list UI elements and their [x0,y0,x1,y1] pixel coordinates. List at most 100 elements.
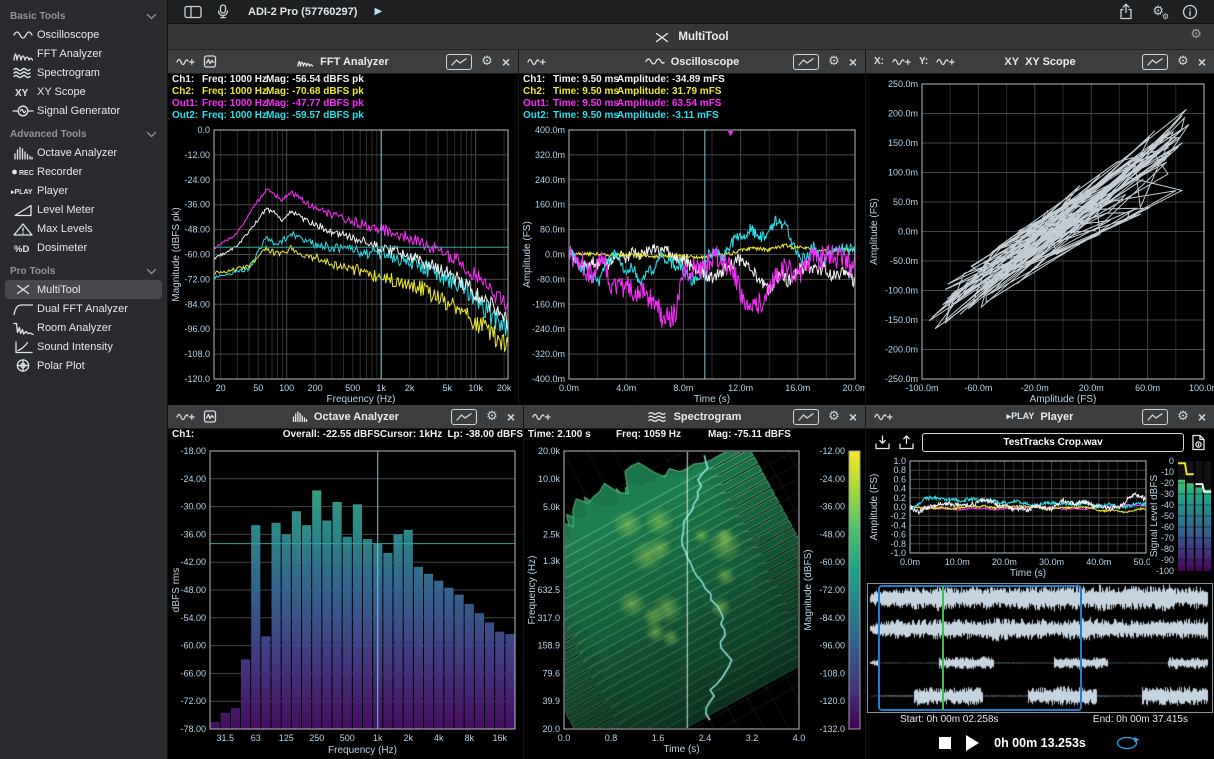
signal-route-icon[interactable] [532,411,551,423]
stop-button[interactable] [939,737,951,749]
svg-text:-200.0m: -200.0m [885,345,918,355]
svg-text:%D: %D [14,244,29,255]
signal-route-icon[interactable] [892,56,911,68]
device-play-button[interactable]: ▶ [374,6,382,17]
play-button[interactable] [966,735,979,751]
oscilloscope-plot[interactable]: 0.0m4.0m8.0m12.0m16.0m20.0m400.0m320.0m2… [519,122,865,405]
sidebar-section-advanced-tools[interactable]: Advanced Tools [0,126,167,143]
gear-icon[interactable]: ⚙ [481,55,493,68]
player-file-row: TestTracks Crop.wav [866,429,1214,455]
selection-region[interactable] [878,585,1081,711]
gear-icon[interactable]: ⚙ [828,410,840,423]
svg-text:100.0m: 100.0m [888,168,918,178]
svg-text:Amplitude (FS): Amplitude (FS) [1030,394,1097,405]
sidebar-item-max-levels[interactable]: Max Levels [5,219,162,238]
file-name-field[interactable]: TestTracks Crop.wav [922,433,1184,452]
chart-toggle-icon[interactable] [793,409,819,425]
svg-text:240.0m: 240.0m [535,175,565,185]
svg-text:Amplitude (FS): Amplitude (FS) [869,474,880,541]
gear-icon[interactable]: ⚙ [1177,410,1189,423]
chevron-down-icon [146,13,157,20]
sidebar-item-fft-analyzer[interactable]: FFT Analyzer [5,44,162,63]
spectrogram-icon [648,411,668,423]
svg-text:-60: -60 [1161,522,1174,532]
svg-text:0.0m: 0.0m [900,557,920,567]
svg-text:-66.00: -66.00 [180,668,206,678]
mic-icon[interactable] [215,4,231,19]
page-title: MultiTool [678,31,728,43]
chart-toggle-icon[interactable] [793,54,819,70]
sidebar-item-multitool[interactable]: MultiTool [5,280,162,299]
sidebar-item-recorder[interactable]: RECRecorder [5,162,162,181]
svg-text:8k: 8k [464,733,474,743]
loop-icon[interactable] [1115,735,1141,751]
sidebar-item-octave-analyzer[interactable]: Octave Analyzer [5,143,162,162]
export-icon[interactable] [898,435,915,450]
svg-text:2.4: 2.4 [699,733,712,743]
waveform-overview[interactable] [867,583,1213,713]
svg-text:-108.0: -108.0 [819,668,845,678]
snapshot-icon[interactable] [203,55,217,68]
gear-icon[interactable]: ⚙ [1177,55,1189,68]
svg-text:0.8: 0.8 [605,733,618,743]
sidebar-section-pro-tools[interactable]: Pro Tools [0,263,167,280]
snapshot-icon[interactable] [203,410,217,423]
close-icon[interactable]: × [849,55,857,69]
sidebar-item-level-meter[interactable]: Level Meter [5,200,162,219]
playhead[interactable] [942,586,944,710]
close-icon[interactable]: × [849,410,857,424]
close-icon[interactable]: × [502,55,510,69]
sidebar: Basic ToolsOscilloscopeFFT AnalyzerSpect… [0,0,168,759]
xy-plot[interactable]: -100.0m-60.0m-20.0m20.0m60.0m100.0m250.0… [866,74,1214,405]
signal-route-icon[interactable] [936,56,955,68]
sidebar-item-spectrogram[interactable]: Spectrogram [5,63,162,82]
signal-route-icon[interactable] [874,411,893,423]
sidebar-item-xy-scope[interactable]: XYXY Scope [5,82,162,101]
sidebar-item-oscilloscope[interactable]: Oscilloscope [5,25,162,44]
import-icon[interactable] [874,435,891,450]
gear-icon[interactable]: ⚙ [486,410,498,423]
signal-route-icon[interactable] [176,56,195,68]
sidebar-item-dosimeter[interactable]: %DDosimeter [5,238,162,257]
chart-toggle-icon[interactable] [446,54,472,70]
svg-text:-160.0m: -160.0m [532,299,565,309]
sidebar-toggle-icon[interactable] [184,5,202,19]
chart-toggle-icon[interactable] [451,409,477,425]
svg-text:5k: 5k [442,383,452,393]
signal-route-icon[interactable] [527,56,546,68]
signal-route-icon[interactable] [176,411,195,423]
sidebar-item-room-analyzer[interactable]: Room Analyzer [5,318,162,337]
spectrogram-plot[interactable]: 0.00.81.62.43.24.020.0k10.0k5.0k2.5k1.3k… [524,441,865,759]
file-info-icon[interactable] [1191,434,1206,451]
svg-text:REC: REC [19,170,34,177]
octave-plot[interactable]: 31.5631252505001k2k4k8k16kFrequency (Hz)… [168,441,523,759]
svg-text:Frequency (Hz): Frequency (Hz) [327,394,396,405]
svg-text:31.5: 31.5 [216,733,234,743]
close-icon[interactable]: × [1198,410,1206,424]
sidebar-item-signal-generator[interactable]: Signal Generator [5,101,162,120]
fft-plot[interactable]: 20501002005001k2k5k10k20k0.0-12.00-24.00… [168,122,518,405]
gear-icon[interactable]: ⚙ [828,55,840,68]
chart-toggle-icon[interactable] [1142,54,1168,70]
device-settings-icon[interactable]: ⚙⚙ [1152,4,1164,19]
chart-toggle-icon[interactable] [1142,409,1168,425]
info-icon[interactable] [1182,4,1198,20]
share-icon[interactable] [1118,3,1134,20]
sidebar-item-polar-plot[interactable]: Polar Plot [5,356,162,375]
sidebar-item-sound-intensity[interactable]: Sound Intensity [5,337,162,356]
svg-text:20: 20 [216,383,226,393]
svg-text:20.0k: 20.0k [538,446,561,456]
sidebar-section-basic-tools[interactable]: Basic Tools [0,8,167,25]
close-icon[interactable]: × [1198,55,1206,69]
player-level-plot[interactable]: 0.0m10.0m20.0m30.0m40.0m50.0m1.00.80.60.… [866,455,1150,579]
svg-text:XY: XY [15,88,29,99]
fft-analyzer-panel: FFT Analyzer ⚙ × Ch1:Freq: 1000 HzMag: -… [168,50,518,405]
layout-gear-icon[interactable]: ⚙ [1190,28,1202,41]
close-icon[interactable]: × [507,410,515,424]
sidebar-item-dual-fft-analyzer[interactable]: Dual FFT Analyzer [5,299,162,318]
sidebar-item-player[interactable]: ▸PLAYPlayer [5,181,162,200]
svg-text:-36.00: -36.00 [180,529,206,539]
svg-text:0.0: 0.0 [197,125,210,135]
svg-text:-42.00: -42.00 [180,557,206,567]
player-panel-header: ▸PLAY Player ⚙ × [866,405,1214,429]
